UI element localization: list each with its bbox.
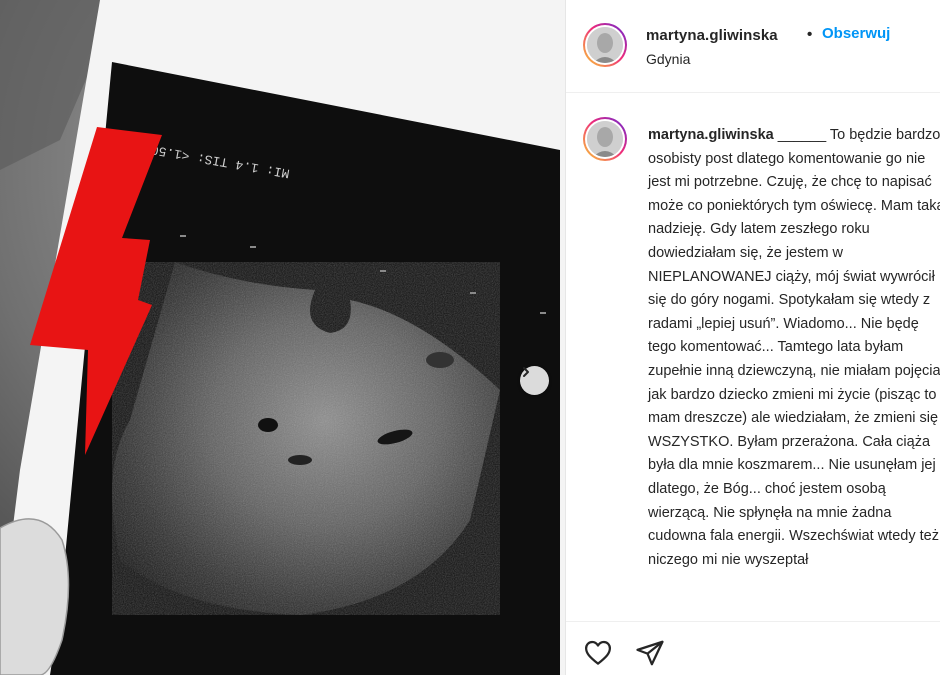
avatar-photo xyxy=(587,27,623,63)
caption-username[interactable]: martyna.gliwinska xyxy=(648,127,774,143)
post-caption: martyna.gliwinska ______ To będzie bardz… xyxy=(648,124,940,572)
username-link[interactable]: martyna.gliwinska xyxy=(646,27,778,44)
avatar-photo xyxy=(587,121,623,157)
share-button[interactable] xyxy=(635,638,665,668)
follow-button[interactable]: Obserwuj xyxy=(822,25,890,42)
post-media[interactable]: MI: 1.4 TIS: <1.50 xyxy=(0,0,565,675)
chevron-right-icon xyxy=(523,367,529,377)
avatar[interactable] xyxy=(583,23,627,67)
ultrasound-photo: MI: 1.4 TIS: <1.50 xyxy=(0,0,565,675)
caption-text: ______ To będzie bardzo osobisty post dl… xyxy=(648,127,940,568)
caption-avatar[interactable] xyxy=(583,117,627,161)
paper-plane-icon xyxy=(636,640,664,666)
post-header: martyna.gliwinska • Obserwuj Gdynia xyxy=(566,0,940,93)
action-bar xyxy=(566,621,940,676)
post-side-panel: martyna.gliwinska • Obserwuj Gdynia mart… xyxy=(565,0,940,675)
separator-dot: • xyxy=(807,26,813,43)
next-image-button[interactable] xyxy=(520,366,549,395)
comments-section[interactable]: martyna.gliwinska ______ To będzie bardz… xyxy=(566,93,940,621)
location-link[interactable]: Gdynia xyxy=(646,51,690,67)
like-button[interactable] xyxy=(583,638,613,668)
heart-icon xyxy=(585,640,611,665)
